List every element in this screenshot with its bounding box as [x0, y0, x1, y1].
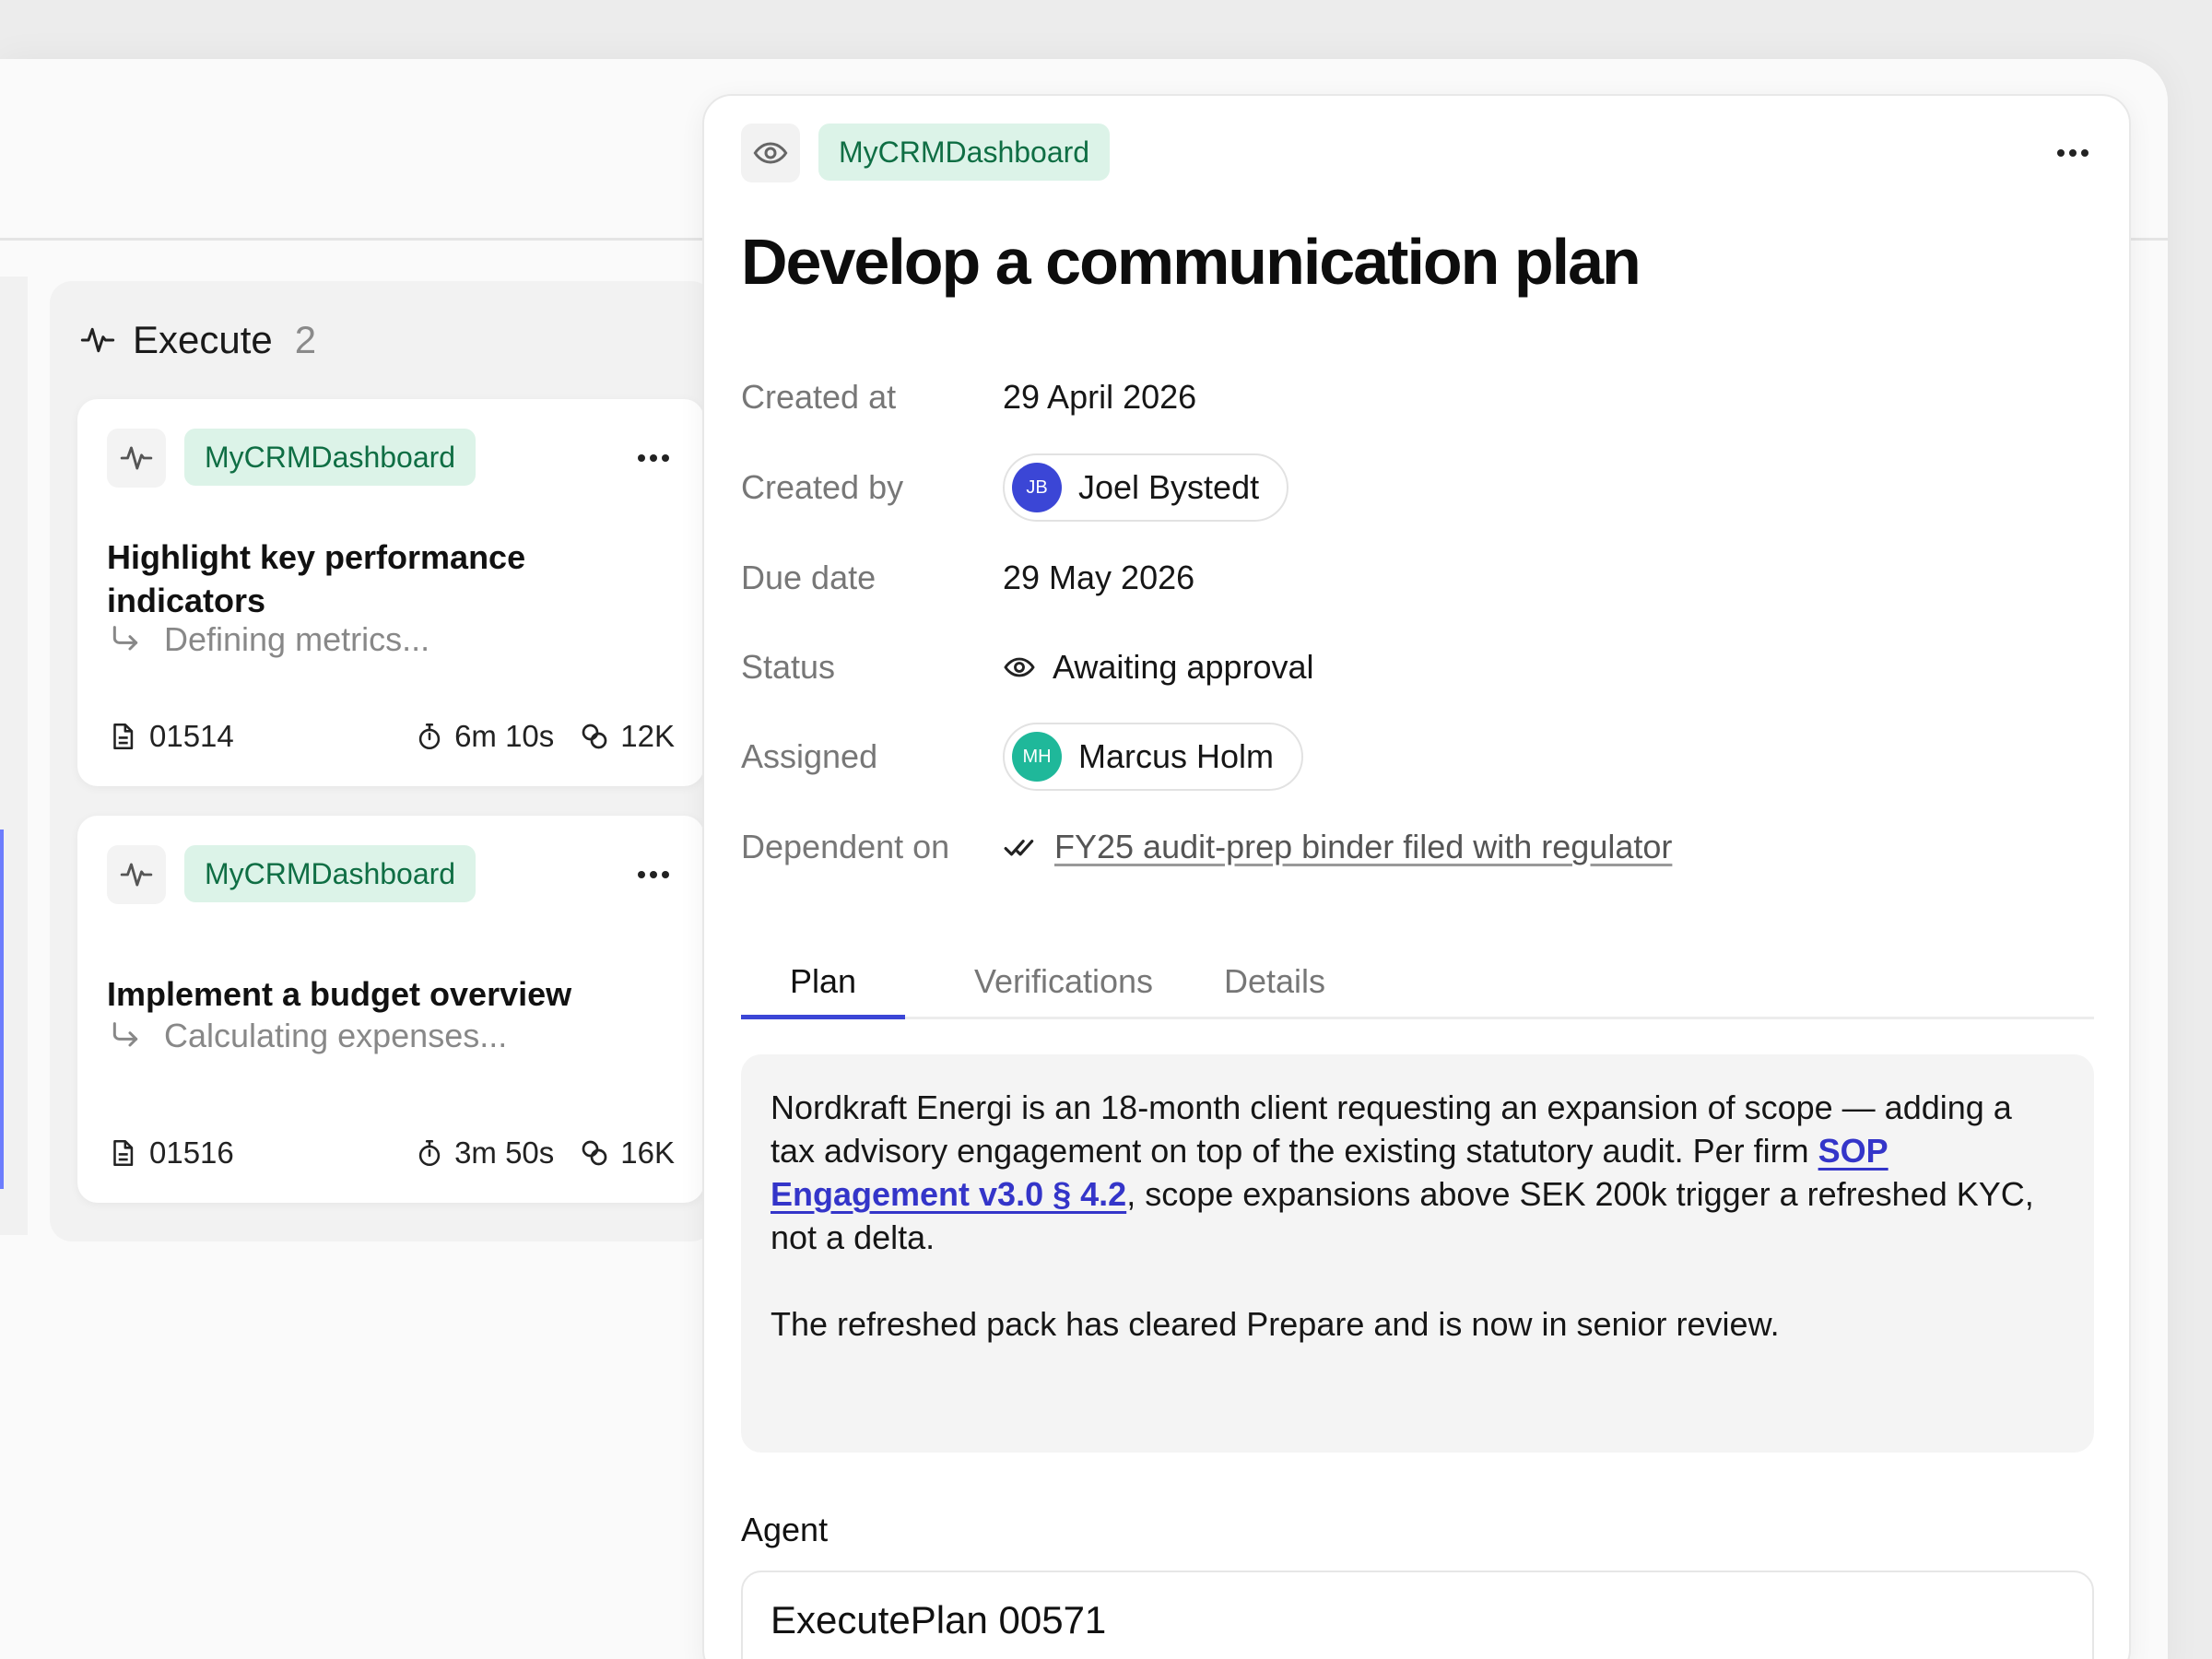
page-title: Develop a communication plan: [741, 226, 1641, 298]
document-icon: [113, 723, 134, 750]
due-date-row: Due date 29 May 2026: [741, 546, 1194, 610]
project-tag[interactable]: MyCRMDashboard: [184, 429, 477, 486]
agent-section-label: Agent: [741, 1511, 829, 1548]
card-footer: 01514 6m 10s 12K: [107, 716, 675, 757]
plan-paragraph: Nordkraft Energi is an 18-month client r…: [771, 1086, 2065, 1259]
prop-label: Due date: [741, 559, 877, 596]
stopwatch-icon: [418, 723, 441, 750]
prop-label: Dependent on: [741, 828, 950, 865]
duration: 6m 10s: [454, 719, 555, 753]
prop-label: Status: [741, 648, 836, 686]
dependency-link[interactable]: FY25 audit-prep binder filed with regula…: [1054, 828, 1672, 866]
user-name: Marcus Holm: [1078, 737, 1275, 775]
plan-paragraph: The refreshed pack has cleared Prepare a…: [771, 1305, 1780, 1343]
selection-accent: [0, 830, 4, 1189]
more-options-icon[interactable]: [2057, 149, 2088, 157]
execute-column: Execute 2 MyCRMDashboard Highlight key p…: [50, 281, 713, 1241]
created-by-row: Created by JB Joel Bystedt: [741, 453, 1289, 522]
card-subtitle: Calculating expenses...: [107, 1017, 507, 1055]
card-title: Highlight key performance indicators: [107, 538, 526, 619]
tab-details[interactable]: Details: [1206, 944, 1344, 1019]
card-subtitle: Defining metrics...: [107, 620, 429, 659]
project-tag[interactable]: MyCRMDashboard: [818, 124, 1111, 181]
status-row: Status Awaiting approval: [741, 635, 1314, 700]
double-check-icon: [1004, 840, 1034, 856]
document-icon: [113, 1139, 134, 1167]
tokens-icon: [582, 724, 607, 749]
activity-icon: [79, 322, 116, 359]
eye-icon: [1004, 657, 1035, 677]
activity-icon: [107, 429, 166, 488]
active-tab-indicator: [741, 1015, 905, 1019]
status-text: Awaiting approval: [1053, 648, 1314, 686]
more-options-icon[interactable]: [638, 871, 669, 878]
column-title: Execute: [133, 318, 273, 361]
prop-label: Created at: [741, 378, 897, 416]
task-id: 01516: [149, 1135, 234, 1170]
task-detail-panel: MyCRMDashboard Develop a communication p…: [702, 94, 2131, 1659]
duration: 3m 50s: [454, 1135, 555, 1170]
plan-content: Nordkraft Energi is an 18-month client r…: [741, 1054, 2094, 1453]
eye-icon: [753, 142, 788, 164]
user-chip[interactable]: MH Marcus Holm: [1003, 723, 1304, 791]
previous-column-edge: [0, 276, 28, 1235]
created-at-row: Created at 29 April 2026: [741, 365, 1196, 429]
column-count: 2: [294, 318, 317, 361]
card-subtitle-text: Defining metrics...: [164, 620, 430, 658]
task-id: 01514: [149, 719, 234, 753]
user-name: Joel Bystedt: [1078, 468, 1260, 506]
return-arrow-icon: [112, 1022, 138, 1047]
tokens-icon: [582, 1140, 607, 1166]
project-tag[interactable]: MyCRMDashboard: [184, 845, 477, 902]
task-card[interactable]: MyCRMDashboard Implement a budget overvi…: [77, 816, 704, 1203]
agent-name: ExecutePlan 00571: [771, 1598, 1107, 1641]
return-arrow-icon: [112, 626, 138, 651]
tab-plan[interactable]: Plan: [741, 944, 905, 1019]
watch-button[interactable]: [741, 124, 800, 182]
prop-label: Assigned: [741, 737, 878, 775]
card-footer: 01516 3m 50s 16K: [107, 1133, 675, 1173]
stopwatch-icon: [418, 1139, 441, 1167]
status-badge[interactable]: Awaiting approval: [1003, 648, 1314, 687]
tab-verifications[interactable]: Verifications: [953, 944, 1174, 1019]
card-subtitle-text: Calculating expenses...: [164, 1017, 508, 1054]
card-title: Implement a budget overview: [107, 975, 572, 1013]
task-card[interactable]: MyCRMDashboard Highlight key performance…: [77, 399, 704, 786]
token-count: 16K: [620, 1135, 675, 1170]
more-options-icon[interactable]: [638, 454, 669, 462]
column-header: Execute 2: [79, 314, 316, 366]
prop-label: Created by: [741, 468, 904, 506]
token-count: 12K: [620, 719, 675, 753]
created-at-value: 29 April 2026: [1003, 378, 1197, 416]
assigned-row: Assigned MH Marcus Holm: [741, 723, 1304, 791]
avatar: MH: [1012, 732, 1062, 782]
user-chip[interactable]: JB Joel Bystedt: [1003, 453, 1289, 522]
dependency: FY25 audit-prep binder filed with regula…: [1003, 828, 1672, 866]
activity-icon: [107, 845, 166, 904]
due-date-value[interactable]: 29 May 2026: [1003, 559, 1194, 597]
avatar: JB: [1012, 463, 1062, 512]
agent-card[interactable]: ExecutePlan 00571: [741, 1571, 2094, 1659]
tab-bar: Plan Verifications Details: [741, 944, 2094, 1019]
dependent-on-row: Dependent on FY25 audit-prep binder file…: [741, 815, 1672, 879]
